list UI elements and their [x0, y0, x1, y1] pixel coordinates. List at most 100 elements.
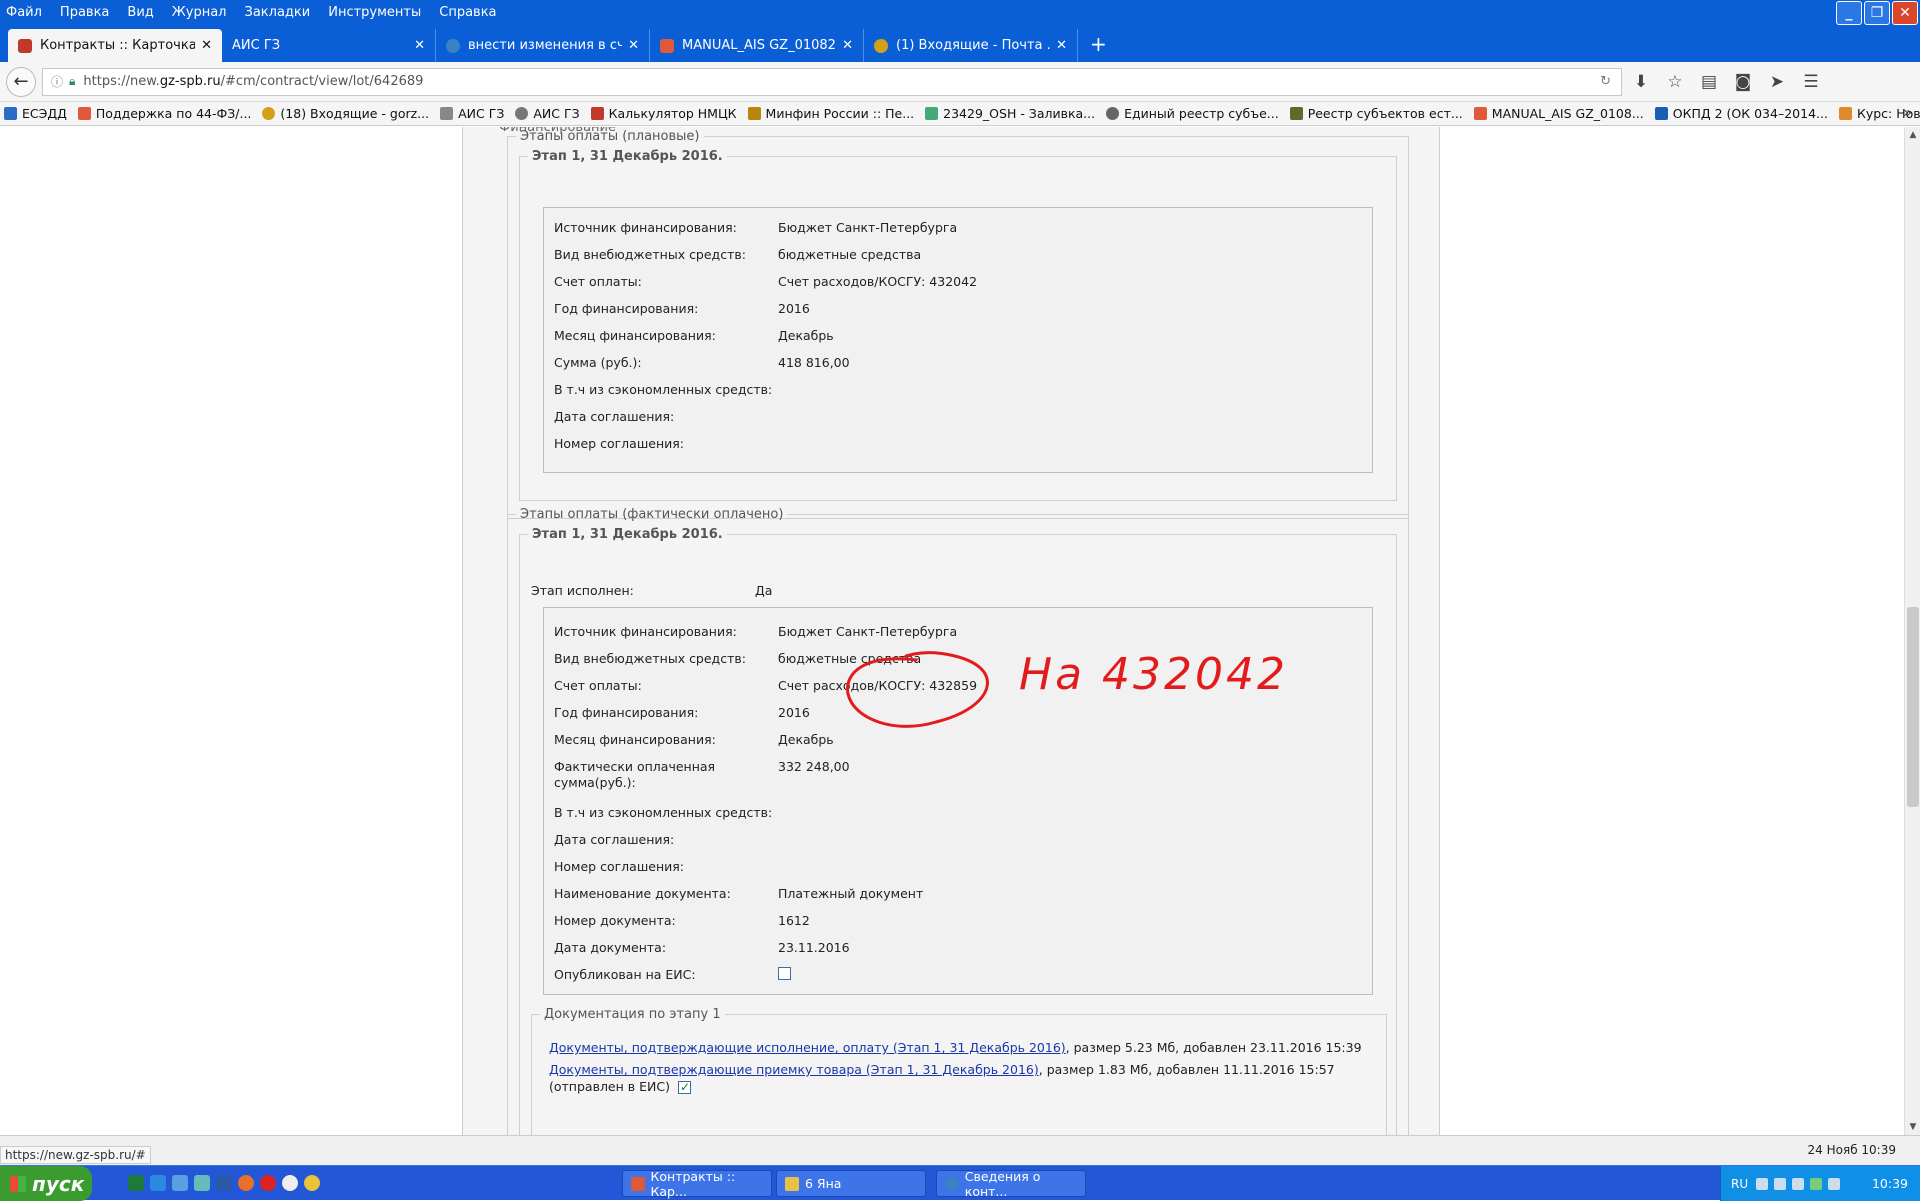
bookmark-favicon-icon: [4, 107, 17, 120]
quicklaunch-chrome-icon[interactable]: [304, 1175, 320, 1191]
tab-mail[interactable]: (1) Входящие - Почта ... ✕: [864, 29, 1078, 62]
bookmark-item[interactable]: АИС ГЗ: [515, 106, 580, 121]
bookmark-item[interactable]: АИС ГЗ: [440, 106, 504, 121]
doc-link-execution[interactable]: Документы, подтверждающие исполнение, оп…: [549, 1040, 1066, 1055]
bookmark-item[interactable]: Поддержка по 44-ФЗ/...: [77, 106, 252, 121]
doc-link-acceptance[interactable]: Документы, подтверждающие приемку товара…: [549, 1062, 1039, 1077]
quicklaunch-ie-icon[interactable]: [150, 1175, 166, 1191]
taskbar-task-firefox[interactable]: Контракты :: Кар...: [622, 1169, 772, 1199]
restore-icon[interactable]: ❐: [1864, 1, 1890, 25]
bookmark-label: (18) Входящие - gorz...: [280, 106, 430, 121]
bookmark-item[interactable]: 23429_OSH - Заливка...: [925, 106, 1095, 121]
quicklaunch-opera-icon[interactable]: [260, 1175, 276, 1191]
tab-bar: Контракты :: Карточка ... ✕ АИС ГЗ ✕ вне…: [0, 25, 1920, 62]
tab-favicon-icon: [18, 38, 32, 53]
tab-changes[interactable]: внести изменения в сч... ✕: [436, 29, 650, 62]
tab-contracts[interactable]: Контракты :: Карточка ... ✕: [8, 29, 222, 62]
new-tab-button[interactable]: +: [1090, 32, 1107, 56]
planned-payments-legend: Этапы оплаты (плановые): [520, 129, 700, 144]
field-label: Дата соглашения:: [554, 409, 675, 424]
bookmark-item[interactable]: (18) Входящие - gorz...: [262, 106, 429, 121]
start-button[interactable]: пуск: [0, 1166, 92, 1201]
tab-close-icon[interactable]: ✕: [628, 38, 639, 53]
planned-row-fund-type: Вид внебюджетных средств: бюджетные средс…: [554, 247, 1278, 263]
bookmark-label: АИС ГЗ: [458, 106, 505, 121]
menu-bookmarks[interactable]: Закладки: [245, 5, 311, 20]
tab-close-icon[interactable]: ✕: [1056, 38, 1067, 53]
field-value: [778, 382, 1278, 398]
tray-network-icon[interactable]: [1756, 1177, 1769, 1190]
status-date: 24 Нояб 10:39: [1807, 1143, 1896, 1157]
minimize-icon[interactable]: _: [1836, 1, 1862, 25]
bookmark-item[interactable]: Минфин России :: Пе...: [747, 106, 914, 121]
url-text: https://new.gz-spb.ru/#cm/contract/view/…: [83, 74, 1600, 89]
tab-close-icon[interactable]: ✕: [414, 38, 425, 53]
quicklaunch-word-icon[interactable]: [216, 1175, 232, 1191]
actual-stage-legend: Этап 1, 31 Декабрь 2016.: [532, 527, 723, 542]
published-checkbox[interactable]: [778, 967, 791, 980]
planned-row-amount: Сумма (руб.): 418 816,00: [554, 355, 1278, 371]
tray-search-icon[interactable]: [1774, 1177, 1787, 1190]
quicklaunch-firefox-icon[interactable]: [238, 1175, 254, 1191]
tab-close-icon[interactable]: ✕: [201, 38, 212, 53]
tray-app-icon[interactable]: [1810, 1177, 1823, 1190]
field-label: В т.ч из сэкономленных средств:: [554, 382, 773, 397]
scroll-thumb[interactable]: [1907, 607, 1919, 807]
bookmark-item[interactable]: ЕСЭДД: [4, 106, 67, 121]
bookmark-item[interactable]: Единый реестр субъе...: [1106, 106, 1279, 121]
bookmark-item[interactable]: Калькулятор НМЦК: [590, 106, 737, 121]
quicklaunch-app-icon[interactable]: [172, 1175, 188, 1191]
bookmark-star-icon[interactable]: ☆: [1660, 72, 1690, 92]
field-value: [778, 832, 1278, 848]
tab-close-icon[interactable]: ✕: [842, 38, 853, 53]
quicklaunch-app2-icon[interactable]: [194, 1175, 210, 1191]
bookmarks-bar: ЕСЭДД Поддержка по 44-ФЗ/... (18) Входящ…: [0, 102, 1920, 126]
scroll-down-icon[interactable]: ▼: [1905, 1119, 1920, 1135]
pocket-icon[interactable]: ◙: [1728, 72, 1758, 92]
hamburger-menu-icon[interactable]: ☰: [1796, 72, 1826, 92]
bookmark-item[interactable]: ОКПД 2 (ОК 034–2014...: [1654, 106, 1828, 121]
planned-row-agreement-date: Дата соглашения:: [554, 409, 1278, 425]
taskbar-task-ie[interactable]: Сведения о конт...: [936, 1169, 1086, 1199]
tray-printer-icon[interactable]: [1828, 1177, 1841, 1190]
back-button[interactable]: ←: [6, 66, 36, 97]
info-icon[interactable]: ⓘ: [51, 73, 63, 90]
tray-monitor-icon[interactable]: [1792, 1177, 1805, 1190]
actual-row-saved-funds: В т.ч из сэкономленных средств:: [554, 805, 1278, 821]
menu-edit[interactable]: Правка: [60, 5, 109, 20]
annotation-label: На 432042: [1019, 649, 1288, 700]
bookmark-label: Поддержка по 44-ФЗ/...: [95, 106, 252, 121]
field-label: Дата документа:: [554, 940, 667, 955]
vertical-scrollbar[interactable]: ▲ ▼: [1904, 127, 1920, 1135]
bookmark-item[interactable]: MANUAL_AIS GZ_0108...: [1473, 106, 1644, 121]
download-icon[interactable]: ⬇: [1626, 72, 1656, 92]
scroll-up-icon[interactable]: ▲: [1905, 127, 1920, 143]
field-label: Наименование документа:: [554, 886, 731, 901]
menu-file[interactable]: Файл: [6, 5, 42, 20]
send-icon[interactable]: ➤: [1762, 72, 1792, 92]
task-favicon-icon: [945, 1176, 959, 1191]
sent-to-eis-checkbox[interactable]: [677, 1079, 691, 1096]
menu-help[interactable]: Справка: [439, 5, 496, 20]
tab-ais-gz[interactable]: АИС ГЗ ✕: [222, 29, 436, 62]
menu-tools[interactable]: Инструменты: [328, 5, 421, 20]
planned-row-agreement-number: Номер соглашения:: [554, 436, 1278, 452]
url-host: gz-spb.ru: [159, 74, 221, 89]
language-indicator[interactable]: RU: [1731, 1177, 1748, 1191]
taskbar-task-folder[interactable]: 6 Яна: [776, 1170, 926, 1197]
quicklaunch-excel-icon[interactable]: [128, 1175, 144, 1191]
close-window-icon[interactable]: ✕: [1892, 1, 1918, 25]
url-bar[interactable]: ⓘ 🔒︎ https://new.gz-spb.ru/#cm/contract/…: [42, 67, 1622, 96]
bookmarks-overflow-icon[interactable]: »: [1903, 105, 1912, 121]
quicklaunch-yandex-icon[interactable]: [282, 1175, 298, 1191]
url-path: /#cm/contract/view/lot/642689: [220, 74, 424, 89]
reload-icon[interactable]: ↻: [1600, 74, 1611, 89]
bookmark-item[interactable]: Реестр субъектов ест...: [1289, 106, 1463, 121]
field-value: Декабрь: [778, 328, 834, 343]
field-value: 23.11.2016: [778, 940, 850, 955]
tab-manual[interactable]: MANUAL_AIS GZ_01082... ✕: [650, 29, 864, 62]
library-icon[interactable]: ▤: [1694, 72, 1724, 92]
field-value: Платежный документ: [778, 886, 924, 901]
menu-view[interactable]: Вид: [127, 5, 153, 20]
menu-history[interactable]: Журнал: [172, 5, 227, 20]
